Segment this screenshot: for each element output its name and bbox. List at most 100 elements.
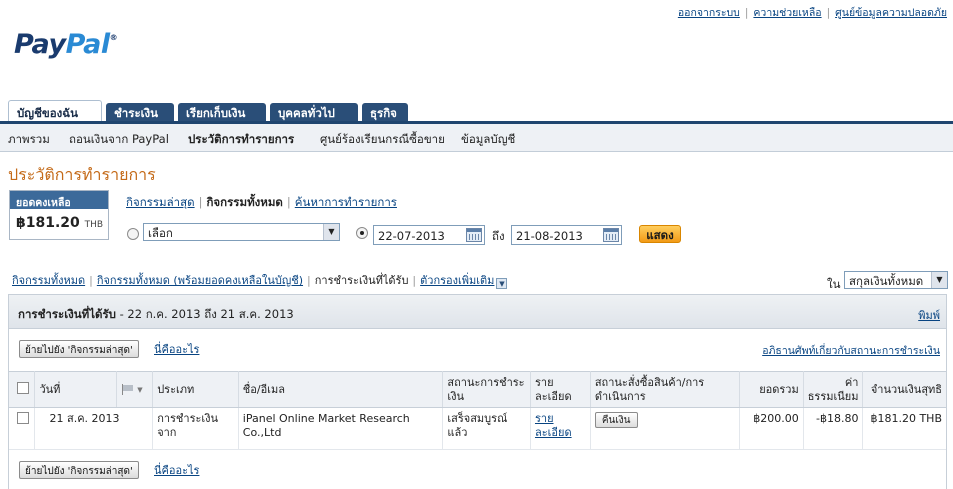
col-order-status: สถานะสั่งซื้อสินค้า/การดำเนินการ bbox=[590, 371, 740, 408]
show-button[interactable]: แสดง bbox=[639, 225, 681, 243]
paypal-logo[interactable]: PayPal® bbox=[14, 29, 118, 60]
date-to-value: 21-08-2013 bbox=[516, 229, 583, 243]
col-flag[interactable]: ▼ bbox=[116, 371, 154, 408]
row-type: การชำระเงิน จาก bbox=[152, 407, 239, 450]
transactions-table: วันที่ ▼ ประเภท ชื่อ/อีเมล สถานะการชำระเ… bbox=[9, 371, 946, 450]
subnav-withdraw[interactable]: ถอนเงินจาก PayPal bbox=[69, 131, 169, 149]
move-to-recent-button[interactable]: ย้ายไปยัง 'กิจกรรมล่าสุด' bbox=[19, 340, 139, 358]
separator: | bbox=[286, 195, 291, 209]
col-status[interactable]: สถานะการชำระเงิน bbox=[442, 371, 531, 408]
row-details-link[interactable]: รายละเอียด bbox=[535, 412, 572, 439]
print-link[interactable]: พิมพ์ bbox=[918, 306, 940, 324]
separator: | bbox=[744, 7, 749, 19]
balance-box: ยอดคงเหลือ ฿181.20 THB bbox=[9, 190, 109, 240]
row-date: 21 ส.ค. 2013 bbox=[34, 407, 154, 450]
col-type[interactable]: ประเภท bbox=[152, 371, 239, 408]
filter-links: กิจกรรมล่าสุด | กิจกรรมทั้งหมด | ค้นหาการทำร… bbox=[126, 194, 397, 212]
top-links: ออกจากระบบ | ความช่วยเหลือ | ศูนย์ข้อมูลความ… bbox=[678, 4, 947, 21]
table-row: 21 ส.ค. 2013 การชำระเงิน จาก iPanel Onli… bbox=[9, 407, 946, 450]
row-net: ฿181.20 THB bbox=[862, 407, 946, 450]
view-all-link[interactable]: กิจกรรมทั้งหมด bbox=[12, 274, 85, 287]
chevron-down-icon[interactable]: ▼ bbox=[496, 278, 508, 289]
flag-icon bbox=[121, 383, 135, 395]
period-select-value: เลือก bbox=[148, 226, 173, 240]
panel-title: การชำระเงินที่ได้รับ - 22 ก.ค. 2013 ถึง … bbox=[18, 306, 294, 324]
balance-currency: THB bbox=[84, 220, 104, 230]
row-gross: ฿200.00 bbox=[739, 407, 804, 450]
row-status: เสร็จสมบูรณ์แล้ว bbox=[442, 407, 531, 450]
col-name[interactable]: ชื่อ/อีเมล bbox=[238, 371, 444, 408]
search-transactions-link[interactable]: ค้นหาการทำรายการ bbox=[295, 195, 397, 209]
row-details-cell: รายละเอียด bbox=[530, 407, 591, 450]
row-action-cell: คืนเงิน bbox=[590, 407, 740, 450]
page-title: ประวัติการทำรายการ bbox=[8, 165, 156, 184]
calendar-icon[interactable] bbox=[603, 228, 619, 242]
transactions-panel: การชำระเงินที่ได้รับ - 22 ก.ค. 2013 ถึง … bbox=[8, 294, 947, 489]
panel-title-bold: การชำระเงินที่ได้รับ bbox=[18, 307, 116, 321]
calendar-icon[interactable] bbox=[466, 228, 482, 242]
what-is-this-link[interactable]: นี่คืออะไร bbox=[154, 340, 199, 358]
view-links: กิจกรรมทั้งหมด | กิจกรรมทั้งหมด (พร้อมยอดค… bbox=[12, 271, 508, 289]
logo-pay: Pay bbox=[14, 29, 66, 60]
tab-business[interactable]: ธุรกิจ bbox=[362, 103, 408, 121]
chevron-down-icon: ▼ bbox=[931, 272, 947, 288]
all-activity-current: กิจกรรมทั้งหมด bbox=[206, 195, 283, 209]
balance-amount: ฿181.20 THB bbox=[10, 209, 108, 231]
tab-request-money[interactable]: เรียกเก็บเงิน bbox=[178, 103, 266, 121]
more-filters-link[interactable]: ตัวกรองเพิ่มเติม bbox=[420, 274, 494, 287]
date-from-value: 22-07-2013 bbox=[378, 229, 445, 243]
subnav-history[interactable]: ประวัติการทำรายการ bbox=[188, 131, 294, 149]
view-payments-received-current: การชำระเงินที่ได้รับ bbox=[314, 274, 409, 287]
col-details: รายละเอียด bbox=[530, 371, 591, 408]
period-radio[interactable] bbox=[127, 228, 139, 240]
refund-button[interactable]: คืนเงิน bbox=[594, 412, 638, 428]
row-select-cell bbox=[9, 407, 36, 450]
separator: | bbox=[89, 274, 93, 287]
logo-pal: Pal bbox=[65, 29, 111, 60]
row-name: iPanel Online Market Research Co.,Ltd bbox=[238, 407, 444, 450]
separator: | bbox=[198, 195, 203, 209]
separator: | bbox=[826, 7, 831, 19]
table-header-row: วันที่ ▼ ประเภท ชื่อ/อีเมล สถานะการชำระเ… bbox=[9, 371, 946, 408]
balance-value: ฿181.20 bbox=[16, 215, 80, 231]
move-to-recent-button-bottom[interactable]: ย้ายไปยัง 'กิจกรรมล่าสุด' bbox=[19, 461, 139, 479]
separator: | bbox=[412, 274, 417, 287]
security-center-link[interactable]: ศูนย์ข้อมูลความปลอดภัย bbox=[835, 7, 947, 19]
currency-select[interactable]: สกุลเงินทั้งหมด ▼ bbox=[844, 271, 948, 289]
currency-select-value: สกุลเงินทั้งหมด bbox=[849, 274, 924, 288]
balance-label: ยอดคงเหลือ bbox=[10, 191, 108, 209]
subnav-overview[interactable]: ภาพรวม bbox=[8, 131, 50, 149]
col-net[interactable]: จำนวนเงินสุทธิ bbox=[862, 371, 946, 408]
panel-title-range: - 22 ก.ค. 2013 ถึง 21 ส.ค. 2013 bbox=[119, 307, 294, 321]
col-date[interactable]: วันที่ bbox=[34, 371, 118, 408]
what-is-this-link-bottom[interactable]: นี่คืออะไร bbox=[154, 461, 199, 479]
view-all-with-balance-link[interactable]: กิจกรรมทั้งหมด (พร้อมยอดคงเหลือในบัญชี) bbox=[97, 274, 303, 287]
select-all-cell bbox=[9, 371, 36, 408]
recent-activity-link[interactable]: กิจกรรมล่าสุด bbox=[126, 195, 195, 209]
help-link[interactable]: ความช่วยเหลือ bbox=[753, 7, 821, 19]
row-fee: -฿18.80 bbox=[803, 407, 864, 450]
currency-label: ใน bbox=[827, 277, 841, 291]
sub-navigation: ภาพรวม ถอนเงินจาก PayPal ประวัติการทำราย… bbox=[0, 124, 953, 152]
date-range-radio[interactable] bbox=[356, 227, 368, 239]
row-checkbox[interactable] bbox=[17, 412, 29, 424]
status-glossary-link[interactable]: อภิธานศัพท์เกี่ยวกับสถานะการชำระเงิน bbox=[762, 342, 940, 359]
tab-personal[interactable]: บุคคลทั่วไป bbox=[270, 103, 358, 121]
date-from-input[interactable]: 22-07-2013 bbox=[373, 225, 485, 245]
chevron-down-icon: ▼ bbox=[137, 385, 143, 394]
subnav-profile[interactable]: ข้อมูลบัญชี bbox=[461, 131, 515, 149]
subnav-resolution-center[interactable]: ศูนย์ร้องเรียนกรณีซื้อขาย bbox=[320, 131, 445, 149]
col-fee[interactable]: ค่าธรรมเนียม bbox=[803, 371, 864, 408]
separator: | bbox=[307, 274, 311, 287]
period-select[interactable]: เลือก ▼ bbox=[143, 223, 340, 241]
tab-pay[interactable]: ชำระเงิน bbox=[106, 103, 174, 121]
logo-registered-mark: ® bbox=[109, 33, 118, 42]
chevron-down-icon: ▼ bbox=[323, 224, 339, 240]
date-to-label: ถึง bbox=[492, 229, 505, 243]
panel-header: การชำระเงินที่ได้รับ - 22 ก.ค. 2013 ถึง … bbox=[9, 295, 946, 329]
tab-my-account[interactable]: บัญชีของฉัน bbox=[8, 100, 102, 122]
logout-link[interactable]: ออกจากระบบ bbox=[678, 7, 740, 19]
col-gross[interactable]: ยอดรวม bbox=[739, 371, 804, 408]
select-all-checkbox[interactable] bbox=[17, 381, 29, 394]
date-to-input[interactable]: 21-08-2013 bbox=[511, 225, 622, 245]
